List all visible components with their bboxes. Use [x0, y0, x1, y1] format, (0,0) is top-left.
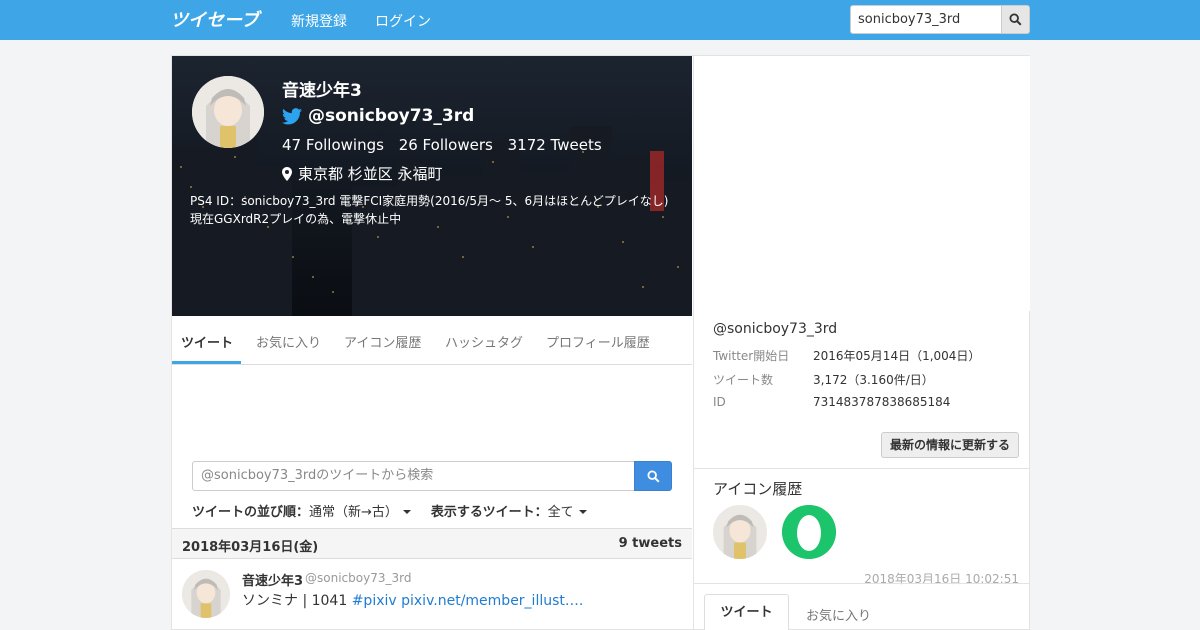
- right-tabs: ツイート お気に入り: [694, 584, 1030, 630]
- header-search-button[interactable]: [1001, 5, 1030, 34]
- chevron-down-icon[interactable]: [402, 509, 411, 514]
- info-value-id: 731483787838685184: [813, 395, 951, 409]
- map-marker-icon: [282, 166, 292, 181]
- section-divider: [694, 468, 1030, 469]
- show-filter-dropdown[interactable]: 全て: [548, 501, 574, 520]
- tweet-search-button[interactable]: [634, 461, 672, 491]
- update-info-button[interactable]: 最新の情報に更新する: [881, 432, 1019, 458]
- nav-register-link[interactable]: 新規登録: [291, 11, 347, 31]
- tweet-search-input[interactable]: @sonicboy73_3rdのツイートから検索: [192, 461, 635, 491]
- icon-history-item[interactable]: [782, 505, 836, 559]
- profile-bio: PS4 ID：sonicboy73_3rd 電撃FCI家庭用勢(2016/5月～…: [190, 194, 669, 226]
- tab-profile-history[interactable]: プロフィール履歴: [546, 332, 650, 351]
- right-tab-favorites[interactable]: お気に入り: [806, 605, 871, 624]
- info-label-start-date: Twitter開始日: [713, 349, 790, 363]
- profile-header: 音速少年3 @sonicboy73_3rd 47 Followings 26 F…: [172, 56, 692, 316]
- main-container: 音速少年3 @sonicboy73_3rd 47 Followings 26 F…: [171, 55, 1030, 630]
- avatar-image: [713, 505, 767, 559]
- tab-tweets[interactable]: ツイート: [181, 332, 233, 351]
- nav-login-link[interactable]: ログイン: [375, 11, 431, 31]
- show-filter-label: 表示するツイート：: [430, 505, 548, 520]
- profile-avatar[interactable]: [192, 76, 264, 148]
- profile-name: 音速少年3: [282, 81, 362, 101]
- tweets-count[interactable]: 3172 Tweets: [508, 136, 602, 154]
- default-egg-icon: [782, 505, 836, 559]
- profile-handle-row: @sonicboy73_3rd: [282, 106, 474, 126]
- tweet-body: ソンミナ | 1041: [242, 593, 352, 609]
- followers-count[interactable]: 26 Followers: [399, 136, 493, 154]
- tweet-link[interactable]: #pixiv pixiv.net/member_illust….: [352, 593, 584, 609]
- right-tab-tweets[interactable]: ツイート: [704, 594, 789, 630]
- date-header: 2018年03月16日(金) 9 tweets: [172, 528, 692, 559]
- info-value-start-date: 2016年05月14日（1,004日）: [813, 349, 981, 363]
- svg-text:ツイセーブ: ツイセーブ: [170, 10, 263, 31]
- sort-order-label: ツイートの並び順：: [192, 505, 310, 520]
- search-icon: [1009, 13, 1022, 26]
- info-label-id: ID: [713, 395, 726, 409]
- tweet-author-name[interactable]: 音速少年3: [242, 570, 303, 589]
- icon-history-item[interactable]: [713, 505, 767, 559]
- tab-icon-history[interactable]: アイコン履歴: [344, 332, 421, 351]
- profile-location-row: 東京都 杉並区 永福町: [282, 163, 443, 184]
- sort-order-dropdown[interactable]: 通常（新→古）: [309, 501, 398, 520]
- header-search-input[interactable]: sonicboy73_3rd: [850, 5, 1002, 34]
- followings-count[interactable]: 47 Followings: [282, 136, 384, 154]
- info-handle: @sonicboy73_3rd: [713, 321, 838, 337]
- tweet-avatar[interactable]: [182, 570, 230, 618]
- ad-space: [694, 56, 1030, 311]
- icon-history-title: アイコン履歴: [713, 480, 803, 498]
- tab-favorites[interactable]: お気に入り: [256, 332, 321, 351]
- twitter-bird-icon: [282, 107, 302, 124]
- tweet-author-handle[interactable]: @sonicboy73_3rd: [305, 571, 411, 585]
- date-label[interactable]: 2018年03月16日(金): [182, 536, 318, 555]
- tab-hashtags[interactable]: ハッシュタグ: [445, 332, 523, 351]
- profile-tabs: ツイート お気に入り アイコン履歴 ハッシュタグ プロフィール履歴: [172, 316, 692, 365]
- navbar: ツイセーブ 新規登録 ログイン sonicboy73_3rd: [0, 0, 1200, 40]
- info-value-tweet-count: 3,172（3.160件/日）: [813, 373, 934, 387]
- profile-stats: 47 Followings 26 Followers 3172 Tweets: [282, 136, 612, 154]
- tweet-text: ソンミナ | 1041 #pixiv pixiv.net/member_illu…: [242, 590, 583, 610]
- daily-tweet-count: 9 tweets: [618, 536, 682, 551]
- profile-location: 東京都 杉並区 永福町: [298, 165, 443, 183]
- active-tab-indicator: [172, 361, 241, 364]
- sort-controls: ツイートの並び順： 通常（新→古） 表示するツイート： 全て: [192, 501, 587, 520]
- info-label-tweet-count: ツイート数: [713, 373, 774, 387]
- avatar-image: [192, 76, 264, 148]
- avatar-image: [182, 570, 230, 618]
- profile-handle[interactable]: @sonicboy73_3rd: [308, 106, 474, 126]
- search-icon: [646, 469, 660, 483]
- chevron-down-icon[interactable]: [578, 509, 587, 514]
- site-logo[interactable]: ツイセーブ: [170, 7, 268, 31]
